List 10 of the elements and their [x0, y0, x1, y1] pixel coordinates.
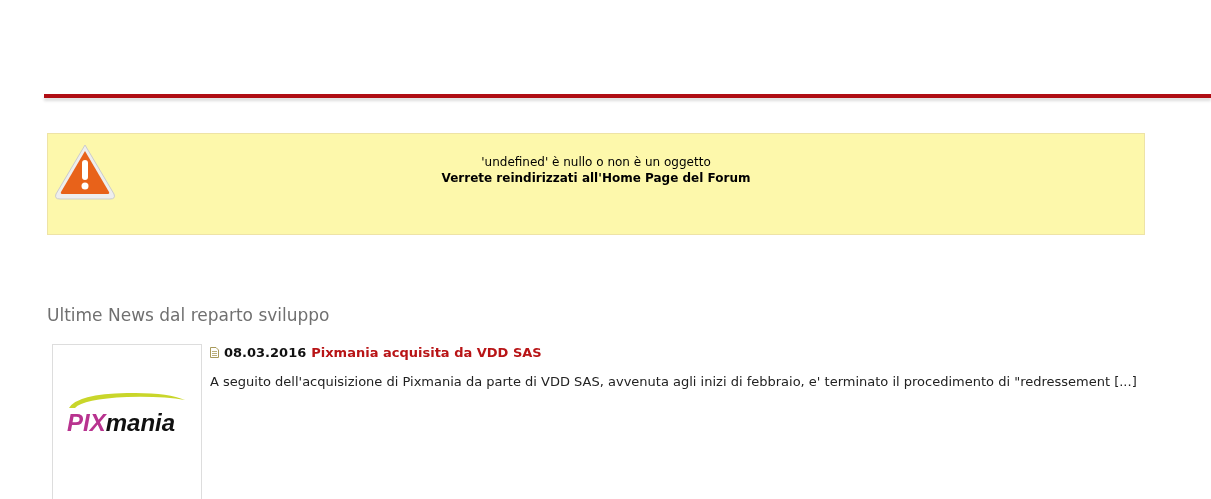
error-message: 'undefined' è nullo o non è un oggetto — [481, 154, 711, 170]
section-title: Ultime News dal reparto sviluppo — [47, 304, 331, 327]
news-date: 08.03.2016 — [224, 345, 307, 360]
swoosh-icon — [67, 391, 187, 408]
logo-text: PIXmania — [67, 408, 177, 437]
news-headline-link[interactable]: Pixmania acquisita da VDD SAS — [311, 345, 542, 360]
redirect-message: Verrete reindirizzati all'Home Page del Forum — [441, 170, 751, 186]
document-icon — [210, 347, 219, 358]
warning-icon — [53, 142, 117, 202]
news-summary: A seguito dell'acquisizione di Pixmania da parte di VDD SAS, avvenuta agli inizi di febbraio, e' terminato il procedimento di "redressement [...] — [210, 374, 1137, 389]
